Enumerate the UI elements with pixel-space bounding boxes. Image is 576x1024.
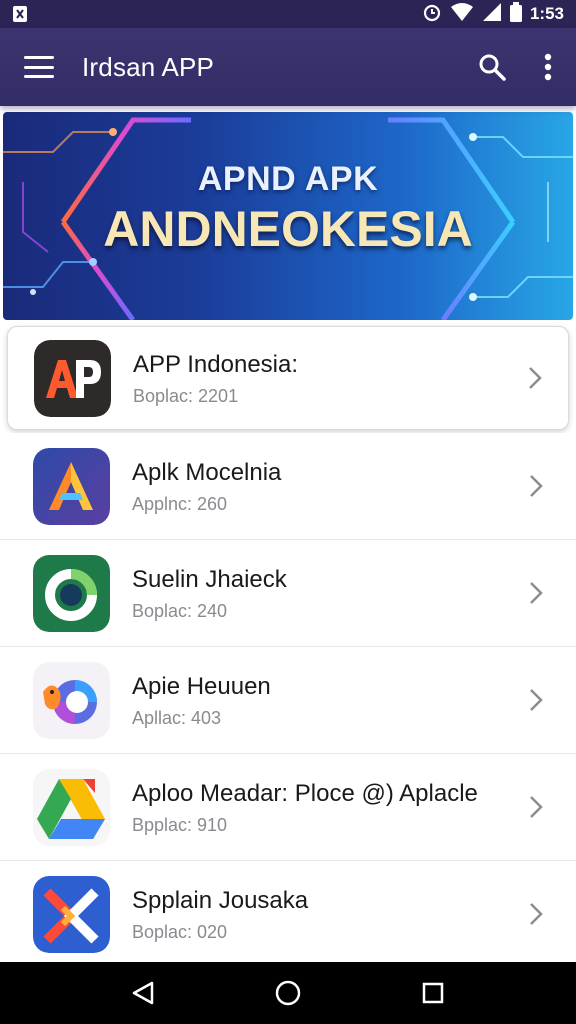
- chevron-right-icon: [529, 367, 542, 389]
- recents-icon[interactable]: [413, 973, 453, 1013]
- back-icon[interactable]: [123, 973, 163, 1013]
- app-name: Suelin Jhaieck: [132, 565, 287, 593]
- banner-subtitle: ANDNEOKESIA: [103, 201, 473, 257]
- list-item[interactable]: Apie Heuuen Apllac: 403: [0, 647, 576, 754]
- ring-icon: [33, 554, 110, 632]
- home-icon[interactable]: [268, 973, 308, 1013]
- app-list: APP Indonesia: Boplac: 2201 Aplk Mocelni…: [0, 326, 576, 968]
- x-mark-icon: [33, 875, 110, 953]
- app-subtitle: Apllac: 403: [132, 707, 222, 728]
- app-name: APP Indonesia:: [133, 350, 299, 378]
- more-options-icon[interactable]: [544, 53, 552, 81]
- battery-icon: [509, 1, 522, 27]
- list-item[interactable]: Spplain Jousaka Boplac: 020: [0, 861, 576, 968]
- banner-title: APND APK: [197, 160, 379, 198]
- bird-icon: [33, 661, 110, 739]
- notification-icon: [12, 5, 32, 23]
- app-name: Aploo Meadar: Ploce @) Aplacle: [132, 779, 478, 807]
- app-subtitle: Boplac: 2201: [133, 385, 239, 406]
- list-item[interactable]: APP Indonesia: Boplac: 2201: [7, 326, 569, 430]
- app-title: Irdsan APP: [82, 51, 215, 82]
- status-time: 1:53: [529, 4, 564, 23]
- ap-letters-icon: [34, 339, 111, 417]
- chevron-right-icon: [530, 689, 543, 711]
- search-icon[interactable]: [478, 53, 506, 81]
- app-subtitle: Boplac: 020: [132, 921, 228, 942]
- app-bar: Irdsan APP: [0, 28, 576, 106]
- app-name: Spplain Jousaka: [132, 886, 309, 914]
- list-item[interactable]: Aplk Mocelnia Applnc: 260: [0, 433, 576, 540]
- list-item[interactable]: Aploo Meadar: Ploce @) Aplacle Bpplac: 9…: [0, 754, 576, 861]
- signal-icon: [482, 2, 502, 27]
- app-subtitle: Bpplac: 910: [132, 814, 228, 835]
- app-name: Aplk Mocelnia: [132, 458, 282, 486]
- wifi-icon: [450, 2, 474, 27]
- app-subtitle: Boplac: 240: [132, 600, 228, 621]
- list-item[interactable]: Suelin Jhaieck Boplac: 240: [0, 540, 576, 647]
- drive-icon: [33, 768, 110, 846]
- app-subtitle: Applnc: 260: [132, 493, 228, 514]
- chevron-right-icon: [530, 796, 543, 818]
- alarm-icon: [422, 2, 442, 27]
- chevron-right-icon: [530, 475, 543, 497]
- system-nav-bar: [0, 962, 576, 1024]
- menu-icon[interactable]: [24, 56, 54, 78]
- status-bar: 1:53: [0, 0, 576, 28]
- chevron-right-icon: [530, 903, 543, 925]
- app-name: Apie Heuuen: [132, 672, 271, 700]
- chevron-right-icon: [530, 582, 543, 604]
- promo-banner[interactable]: APND APK ANDNEOKESIA: [3, 112, 573, 320]
- letter-a-icon: [33, 447, 110, 525]
